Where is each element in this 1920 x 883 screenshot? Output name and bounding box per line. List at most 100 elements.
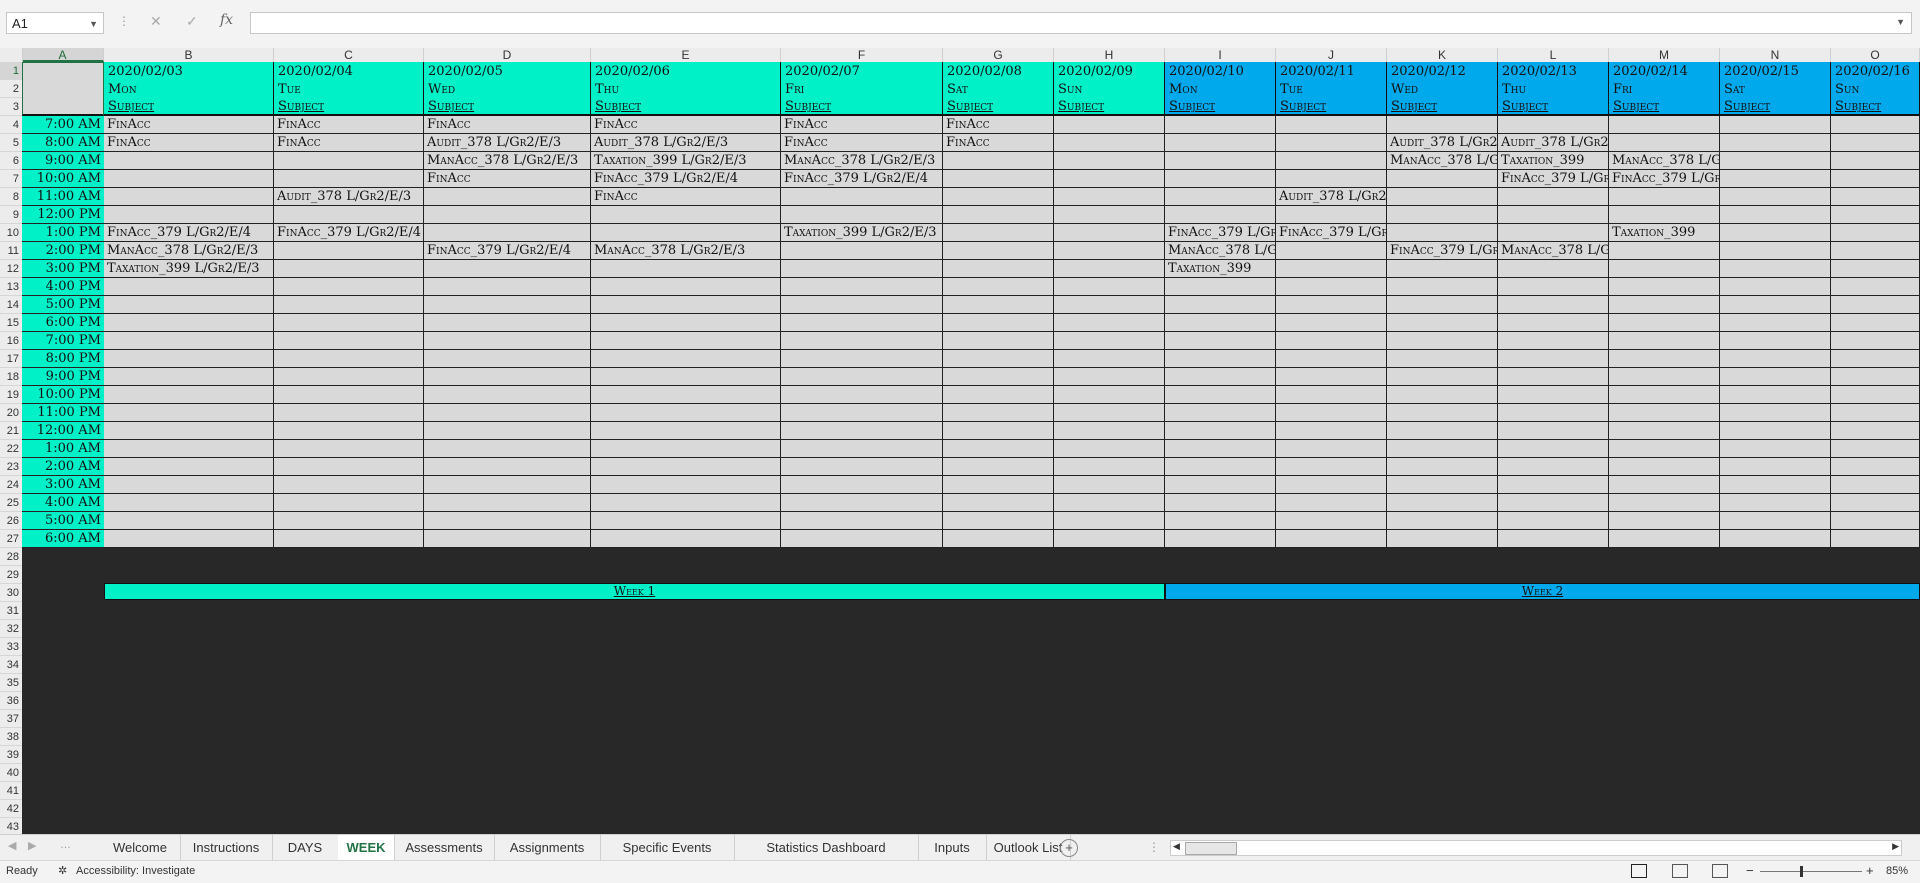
row-header-33[interactable]: 33: [0, 638, 22, 656]
schedule-cell[interactable]: [1387, 224, 1498, 242]
schedule-cell[interactable]: [781, 512, 943, 530]
day-date[interactable]: 2020/02/11: [1276, 63, 1387, 81]
schedule-cell[interactable]: [1387, 422, 1498, 440]
schedule-cell[interactable]: [104, 350, 274, 368]
day-name[interactable]: Thu: [1498, 81, 1609, 99]
row-header-20[interactable]: 20: [0, 404, 22, 422]
schedule-cell[interactable]: [781, 494, 943, 512]
schedule-cell[interactable]: FinAcc_379 L/Gr2/E/4: [1609, 170, 1720, 188]
column-header-C[interactable]: C: [274, 48, 424, 62]
scroll-thumb[interactable]: [1185, 842, 1237, 855]
sheet-tab-specific-events[interactable]: Specific Events: [600, 835, 735, 861]
schedule-cell[interactable]: [424, 404, 591, 422]
schedule-cell[interactable]: [1831, 134, 1920, 152]
schedule-cell[interactable]: [781, 332, 943, 350]
schedule-cell[interactable]: ManAcc_378 L/Gr2/E/3: [591, 242, 781, 260]
schedule-cell[interactable]: [591, 206, 781, 224]
time-slot[interactable]: 8:00 PM: [22, 350, 104, 368]
row-header-35[interactable]: 35: [0, 674, 22, 692]
schedule-cell[interactable]: [1276, 152, 1387, 170]
schedule-cell[interactable]: ManAcc_378 L/Gr2/E/3: [104, 242, 274, 260]
schedule-cell[interactable]: [274, 386, 424, 404]
row-header-24[interactable]: 24: [0, 476, 22, 494]
zoom-slider-thumb[interactable]: [1800, 866, 1803, 877]
day-date[interactable]: 2020/02/05: [424, 63, 591, 81]
schedule-cell[interactable]: [781, 278, 943, 296]
day-name[interactable]: Thu: [591, 81, 781, 99]
schedule-cell[interactable]: [1387, 458, 1498, 476]
schedule-cell[interactable]: [591, 440, 781, 458]
schedule-cell[interactable]: [1831, 458, 1920, 476]
schedule-cell[interactable]: [1387, 368, 1498, 386]
schedule-cell[interactable]: FinAcc: [781, 116, 943, 134]
schedule-cell[interactable]: [591, 512, 781, 530]
schedule-cell[interactable]: [1054, 476, 1165, 494]
schedule-cell[interactable]: [1387, 278, 1498, 296]
schedule-cell[interactable]: [1720, 512, 1831, 530]
schedule-cell[interactable]: [1720, 440, 1831, 458]
time-slot[interactable]: 6:00 PM: [22, 314, 104, 332]
schedule-cell[interactable]: [943, 386, 1054, 404]
schedule-cell[interactable]: [1609, 476, 1720, 494]
schedule-cell[interactable]: [424, 512, 591, 530]
schedule-cell[interactable]: [424, 278, 591, 296]
sheet-tab-assignments[interactable]: Assignments: [494, 835, 601, 861]
schedule-cell[interactable]: [781, 404, 943, 422]
select-all-corner[interactable]: [0, 48, 23, 62]
schedule-cell[interactable]: [1831, 314, 1920, 332]
schedule-cell[interactable]: [1498, 278, 1609, 296]
schedule-cell[interactable]: [1276, 278, 1387, 296]
accessibility-status[interactable]: Accessibility: Investigate: [76, 865, 195, 877]
row-header-36[interactable]: 36: [0, 692, 22, 710]
subject-label[interactable]: Subject: [1498, 98, 1609, 115]
day-date[interactable]: 2020/02/09: [1054, 63, 1165, 81]
time-slot[interactable]: 12:00 PM: [22, 206, 104, 224]
schedule-cell[interactable]: [781, 368, 943, 386]
accessibility-icon[interactable]: ✲: [58, 864, 67, 877]
schedule-cell[interactable]: [1276, 332, 1387, 350]
schedule-cell[interactable]: [943, 440, 1054, 458]
schedule-cell[interactable]: [1387, 260, 1498, 278]
schedule-cell[interactable]: [274, 314, 424, 332]
schedule-cell[interactable]: FinAcc_379 L/Gr2/E/4: [104, 224, 274, 242]
schedule-cell[interactable]: [781, 476, 943, 494]
schedule-cell[interactable]: [1609, 242, 1720, 260]
schedule-cell[interactable]: [1387, 296, 1498, 314]
schedule-cell[interactable]: [1165, 332, 1276, 350]
subject-label[interactable]: Subject: [781, 98, 943, 115]
time-slot[interactable]: 2:00 AM: [22, 458, 104, 476]
schedule-cell[interactable]: [1054, 458, 1165, 476]
row-header-21[interactable]: 21: [0, 422, 22, 440]
day-name[interactable]: Fri: [781, 81, 943, 99]
column-header-N[interactable]: N: [1720, 48, 1831, 62]
scroll-right-icon[interactable]: ▶: [1892, 841, 1899, 852]
enter-icon[interactable]: ✓: [186, 13, 198, 30]
schedule-cell[interactable]: [1498, 350, 1609, 368]
schedule-cell[interactable]: FinAcc: [274, 116, 424, 134]
schedule-cell[interactable]: [1498, 440, 1609, 458]
schedule-cell[interactable]: FinAcc_379 L/Gr2/E/4: [1276, 224, 1387, 242]
schedule-cell[interactable]: [1165, 530, 1276, 548]
schedule-cell[interactable]: [274, 458, 424, 476]
day-name[interactable]: Mon: [104, 81, 274, 99]
schedule-cell[interactable]: [1387, 404, 1498, 422]
schedule-cell[interactable]: [591, 386, 781, 404]
row-header-22[interactable]: 22: [0, 440, 22, 458]
schedule-cell[interactable]: [1609, 512, 1720, 530]
schedule-cell[interactable]: [274, 404, 424, 422]
schedule-cell[interactable]: [781, 188, 943, 206]
column-header-M[interactable]: M: [1609, 48, 1720, 62]
schedule-cell[interactable]: Audit_378 L/Gr2/E/3: [274, 188, 424, 206]
time-slot[interactable]: 7:00 AM: [22, 116, 104, 134]
schedule-cell[interactable]: [943, 242, 1054, 260]
horizontal-scrollbar[interactable]: ◀ ▶: [1170, 840, 1902, 856]
schedule-cell[interactable]: FinAcc: [104, 134, 274, 152]
row-header-41[interactable]: 41: [0, 782, 22, 800]
schedule-cell[interactable]: [1165, 476, 1276, 494]
row-header-27[interactable]: 27: [0, 530, 22, 548]
time-slot[interactable]: 9:00 AM: [22, 152, 104, 170]
schedule-cell[interactable]: FinAcc: [781, 134, 943, 152]
more-sheets-icon[interactable]: …: [60, 839, 71, 851]
schedule-cell[interactable]: [424, 350, 591, 368]
scroll-left-icon[interactable]: ◀: [1173, 841, 1180, 852]
